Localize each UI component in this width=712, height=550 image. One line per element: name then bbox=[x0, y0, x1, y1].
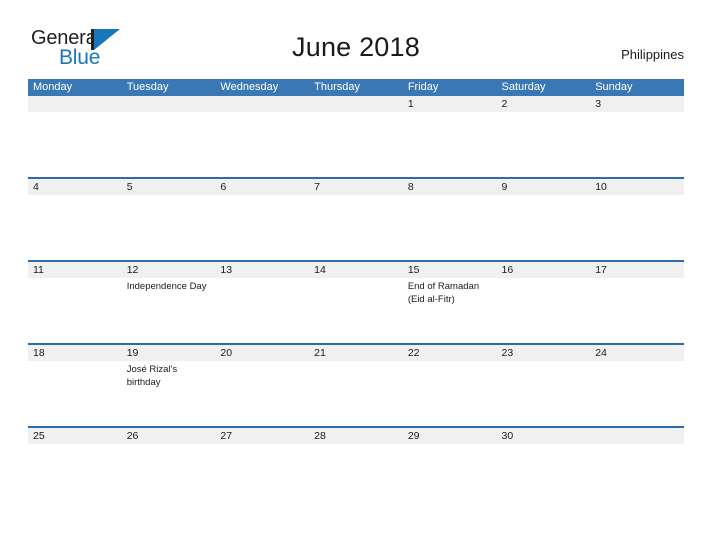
date-number-row: 123 bbox=[28, 96, 684, 112]
holiday-event[interactable]: José Rizal's birthday bbox=[122, 361, 216, 426]
weekday-header-friday: Friday bbox=[407, 81, 439, 93]
event-cell-empty bbox=[403, 361, 497, 426]
date-cell[interactable]: 8 bbox=[403, 179, 497, 195]
event-cell-empty bbox=[309, 195, 403, 260]
date-cell-empty bbox=[590, 428, 684, 444]
date-cell[interactable]: 18 bbox=[28, 345, 122, 361]
date-cell[interactable]: 15 bbox=[403, 262, 497, 278]
date-cell[interactable]: 5 bbox=[122, 179, 216, 195]
week-row: 18 19 20 21 22 23 24 José Rizal's birthday bbox=[28, 343, 684, 426]
event-row bbox=[28, 195, 684, 260]
date-cell[interactable]: 16 bbox=[497, 262, 591, 278]
date-number-row: 11 12 13 14 15 16 17 bbox=[28, 262, 684, 278]
page-header: General Blue June 2018 Philippines bbox=[0, 0, 712, 78]
date-number-row: 25 26 27 28 29 30 bbox=[28, 428, 684, 444]
date-cell[interactable]: 19 bbox=[122, 345, 216, 361]
event-cell-empty bbox=[28, 444, 122, 509]
weekday-header-saturday: Saturday bbox=[501, 81, 546, 93]
date-cell[interactable]: 17 bbox=[590, 262, 684, 278]
date-number-row: 18 19 20 21 22 23 24 bbox=[28, 345, 684, 361]
weekday-header-thursday: Thursday bbox=[314, 81, 360, 93]
week-row: 25 26 27 28 29 30 bbox=[28, 426, 684, 509]
date-cell-empty bbox=[122, 96, 216, 112]
date-cell-empty bbox=[215, 96, 309, 112]
week-rows: 1 2 3 4 5 6 7 8 9 10 11 12 13 14 15 16 17 Independence Da… bbox=[28, 96, 684, 509]
event-cell-empty bbox=[215, 195, 309, 260]
date-cell[interactable]: 4 bbox=[28, 179, 122, 195]
event-cell-empty bbox=[215, 361, 309, 426]
event-cell-empty bbox=[590, 361, 684, 426]
date-cell-empty bbox=[309, 96, 403, 112]
date-number-row: 4 5 6 7 8 9 10 bbox=[28, 179, 684, 195]
weekday-header-tuesday: Tuesday bbox=[126, 81, 169, 93]
event-cell-empty bbox=[403, 195, 497, 260]
event-cell-empty bbox=[309, 112, 403, 177]
event-cell-empty bbox=[403, 112, 497, 177]
event-row bbox=[28, 112, 684, 177]
event-cell-empty bbox=[215, 444, 309, 509]
event-row: Independence Day End of Ramadan (Eid al-F… bbox=[28, 278, 684, 343]
event-row: José Rizal's birthday bbox=[28, 361, 684, 426]
event-cell-empty bbox=[122, 112, 216, 177]
event-cell-empty bbox=[497, 361, 591, 426]
date-cell[interactable]: 26 bbox=[122, 428, 216, 444]
date-cell[interactable]: 13 bbox=[215, 262, 309, 278]
calendar-page: General Blue June 2018 Philippines Monda… bbox=[0, 0, 712, 550]
date-cell[interactable]: 27 bbox=[215, 428, 309, 444]
event-cell-empty bbox=[590, 278, 684, 343]
date-cell[interactable]: 6 bbox=[215, 179, 309, 195]
date-cell[interactable]: 11 bbox=[28, 262, 122, 278]
date-cell[interactable]: 12 bbox=[122, 262, 216, 278]
date-cell[interactable]: 23 bbox=[497, 345, 591, 361]
date-cell[interactable]: 10 bbox=[590, 179, 684, 195]
weekday-header-row: Monday Tuesday Wednesday Thursday Friday Satu… bbox=[28, 79, 684, 96]
weekday-header-sunday: Sunday bbox=[595, 81, 633, 93]
weekday-header-monday: Monday bbox=[33, 81, 73, 93]
date-cell[interactable]: 9 bbox=[497, 179, 591, 195]
date-cell[interactable]: 25 bbox=[28, 428, 122, 444]
date-cell[interactable]: 22 bbox=[403, 345, 497, 361]
event-cell-empty bbox=[28, 278, 122, 343]
event-cell-empty bbox=[309, 361, 403, 426]
holiday-event[interactable]: Independence Day bbox=[122, 278, 216, 343]
week-row: 123 bbox=[28, 96, 684, 177]
event-cell-empty bbox=[590, 195, 684, 260]
date-cell[interactable]: 20 bbox=[215, 345, 309, 361]
calendar-grid: Monday Tuesday Wednesday Thursday Friday Satu… bbox=[28, 79, 684, 509]
date-cell[interactable]: 28 bbox=[309, 428, 403, 444]
date-cell[interactable]: 3 bbox=[590, 96, 684, 112]
event-cell-empty bbox=[28, 195, 122, 260]
event-cell-empty bbox=[122, 195, 216, 260]
date-cell[interactable]: 29 bbox=[403, 428, 497, 444]
page-title: June 2018 bbox=[292, 32, 420, 62]
date-cell[interactable]: 21 bbox=[309, 345, 403, 361]
date-cell-empty bbox=[28, 96, 122, 112]
event-cell-empty bbox=[122, 444, 216, 509]
event-cell-empty bbox=[215, 278, 309, 343]
event-cell-empty bbox=[215, 112, 309, 177]
event-cell-empty bbox=[497, 112, 591, 177]
date-cell[interactable]: 1 bbox=[403, 96, 497, 112]
event-cell-empty bbox=[497, 195, 591, 260]
event-cell-empty bbox=[28, 112, 122, 177]
date-cell[interactable]: 30 bbox=[497, 428, 591, 444]
date-cell[interactable]: 24 bbox=[590, 345, 684, 361]
event-row bbox=[28, 444, 684, 509]
event-cell-empty bbox=[497, 444, 591, 509]
event-cell-empty bbox=[28, 361, 122, 426]
date-cell[interactable]: 14 bbox=[309, 262, 403, 278]
region-label: Philippines bbox=[621, 47, 684, 62]
week-row: 11 12 13 14 15 16 17 Independence Day End of Ram… bbox=[28, 260, 684, 343]
event-cell-empty bbox=[309, 444, 403, 509]
date-cell[interactable]: 2 bbox=[497, 96, 591, 112]
event-cell-empty bbox=[590, 112, 684, 177]
event-cell-empty bbox=[497, 278, 591, 343]
event-cell-empty bbox=[403, 444, 497, 509]
event-cell-empty bbox=[590, 444, 684, 509]
event-cell-empty bbox=[309, 278, 403, 343]
date-cell[interactable]: 7 bbox=[309, 179, 403, 195]
weekday-header-wednesday: Wednesday bbox=[220, 81, 279, 93]
week-row: 4 5 6 7 8 9 10 bbox=[28, 177, 684, 260]
holiday-event[interactable]: End of Ramadan (Eid al-Fitr) bbox=[403, 278, 497, 343]
